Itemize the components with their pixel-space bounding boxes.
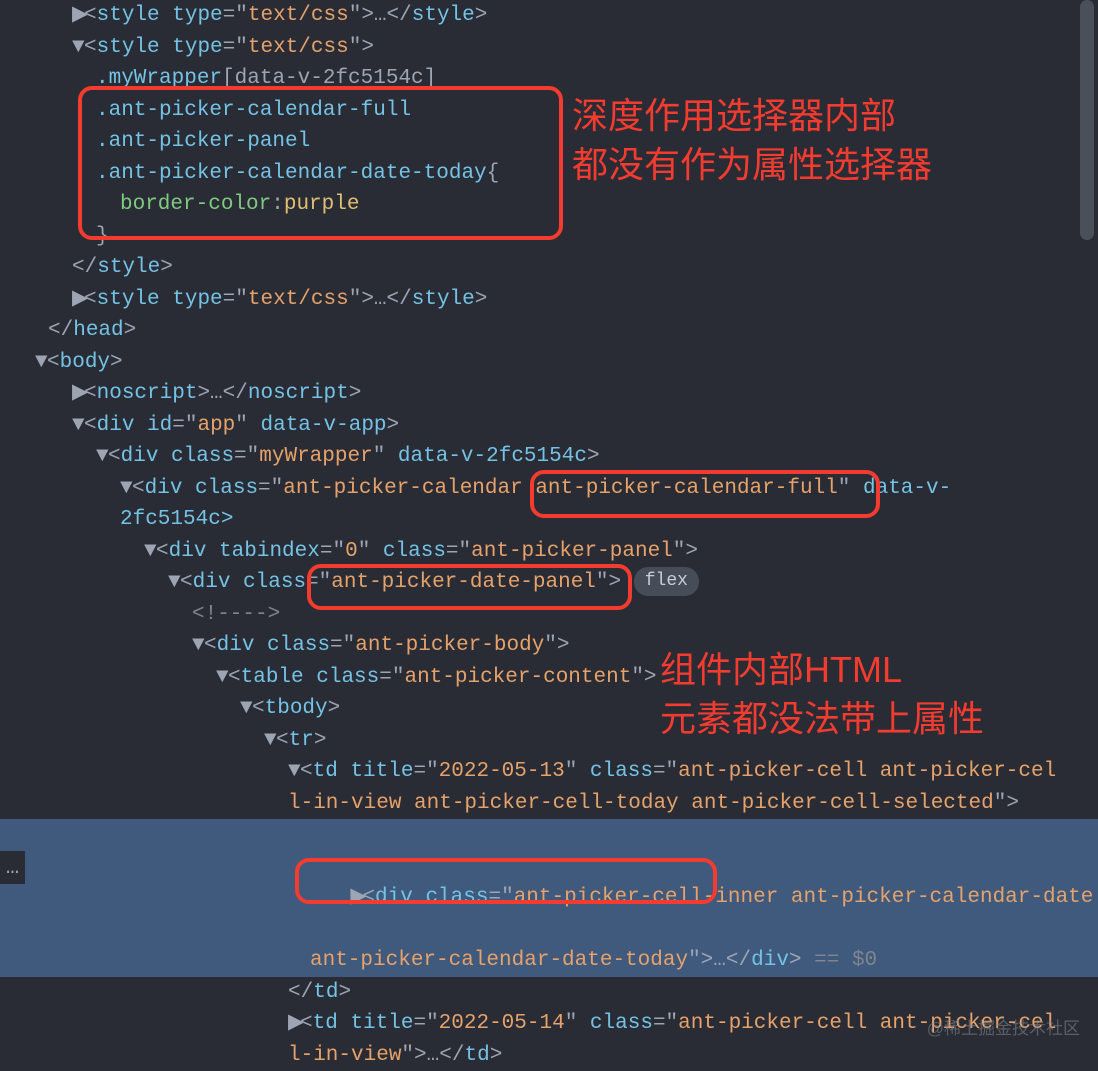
dom-node-app-div[interactable]: ▼<div id="app" data-v-app> <box>0 410 1098 442</box>
expand-arrow-down-icon[interactable]: ▼ <box>288 756 300 788</box>
expand-arrow-right-icon[interactable]: ▶ <box>350 882 362 914</box>
expand-arrow-right-icon[interactable]: ▶ <box>72 378 84 410</box>
dom-node-td-close: </td> <box>0 977 1098 1009</box>
css-selector-line[interactable]: .myWrapper[data-v-2fc5154c] <box>0 63 1098 95</box>
dom-node-td-cont[interactable]: l-in-view">…</td> <box>0 1040 1098 1071</box>
dom-node-tr[interactable]: ▼<tr> <box>0 725 1098 757</box>
dom-node-body[interactable]: ▼<body> <box>0 347 1098 379</box>
dom-node-panel-div[interactable]: ▼<div tabindex="0" class="ant-picker-pan… <box>0 536 1098 568</box>
expand-arrow-down-icon[interactable]: ▼ <box>96 441 108 473</box>
expand-arrow-right-icon[interactable]: ▶ <box>288 1008 300 1040</box>
dom-node-style-collapsed[interactable]: ▶<style type="text/css">…</style> <box>0 0 1098 32</box>
expand-arrow-down-icon[interactable]: ▼ <box>72 410 84 442</box>
expand-arrow-right-icon[interactable]: ▶ <box>72 284 84 316</box>
overflow-ellipsis-icon[interactable]: … <box>0 851 25 884</box>
expand-arrow-down-icon[interactable]: ▼ <box>144 536 156 568</box>
dom-node-selected[interactable]: … ▶<div class="ant-picker-cell-inner ant… <box>0 819 1098 945</box>
dom-node-selected-cont[interactable]: ant-picker-calendar-date-today">…</div> … <box>0 945 1098 977</box>
css-declaration[interactable]: border-color:purple <box>0 189 1098 221</box>
devtools-selected-node-indicator: == $0 <box>802 949 878 972</box>
dom-node-calendar-div[interactable]: ▼<div class="ant-picker-calendar ant-pic… <box>0 473 1098 505</box>
css-selector-line[interactable]: .ant-picker-panel <box>0 126 1098 158</box>
dom-node-tbody[interactable]: ▼<tbody> <box>0 693 1098 725</box>
flex-badge[interactable]: flex <box>634 567 699 596</box>
dom-node-head-close: </head> <box>0 315 1098 347</box>
dom-node-picker-body[interactable]: ▼<div class="ant-picker-body"> <box>0 630 1098 662</box>
dom-node-td[interactable]: ▼<td title="2022-05-13" class="ant-picke… <box>0 756 1098 788</box>
dom-node-date-panel-div[interactable]: ▼<div class="ant-picker-date-panel"> fle… <box>0 567 1098 599</box>
css-selector-line[interactable]: .ant-picker-calendar-full <box>0 95 1098 127</box>
dom-node-mywrapper-div[interactable]: ▼<div class="myWrapper" data-v-2fc5154c> <box>0 441 1098 473</box>
dom-node-style-close: </style> <box>0 252 1098 284</box>
scrollbar-thumb[interactable] <box>1080 0 1094 240</box>
dom-node-comment: <!----> <box>0 599 1098 631</box>
expand-arrow-down-icon[interactable]: ▼ <box>216 662 228 694</box>
expand-arrow-down-icon[interactable]: ▼ <box>240 693 252 725</box>
expand-arrow-down-icon[interactable]: ▼ <box>264 725 276 757</box>
devtools-elements-panel: ▶<style type="text/css">…</style> ▼<styl… <box>0 0 1098 1071</box>
css-selector-line[interactable]: .ant-picker-calendar-date-today{ <box>0 158 1098 190</box>
css-brace-close: } <box>0 221 1098 253</box>
dom-node-style-expanded[interactable]: ▼<style type="text/css"> <box>0 32 1098 64</box>
expand-arrow-down-icon[interactable]: ▼ <box>168 567 180 599</box>
dom-node-td-cont[interactable]: l-in-view ant-picker-cell-today ant-pick… <box>0 788 1098 820</box>
expand-arrow-down-icon[interactable]: ▼ <box>35 347 47 379</box>
expand-arrow-right-icon[interactable]: ▶ <box>72 0 84 32</box>
dom-node-calendar-div-cont[interactable]: 2fc5154c> <box>0 504 1098 536</box>
watermark: @稀土掘金技术社区 <box>927 1016 1080 1042</box>
scrollbar[interactable] <box>1078 0 1096 1071</box>
expand-arrow-down-icon[interactable]: ▼ <box>72 32 84 64</box>
expand-arrow-down-icon[interactable]: ▼ <box>120 473 132 505</box>
expand-arrow-down-icon[interactable]: ▼ <box>192 630 204 662</box>
dom-node-noscript[interactable]: ▶<noscript>…</noscript> <box>0 378 1098 410</box>
dom-node-style-collapsed[interactable]: ▶<style type="text/css">…</style> <box>0 284 1098 316</box>
dom-node-table[interactable]: ▼<table class="ant-picker-content"> <box>0 662 1098 694</box>
